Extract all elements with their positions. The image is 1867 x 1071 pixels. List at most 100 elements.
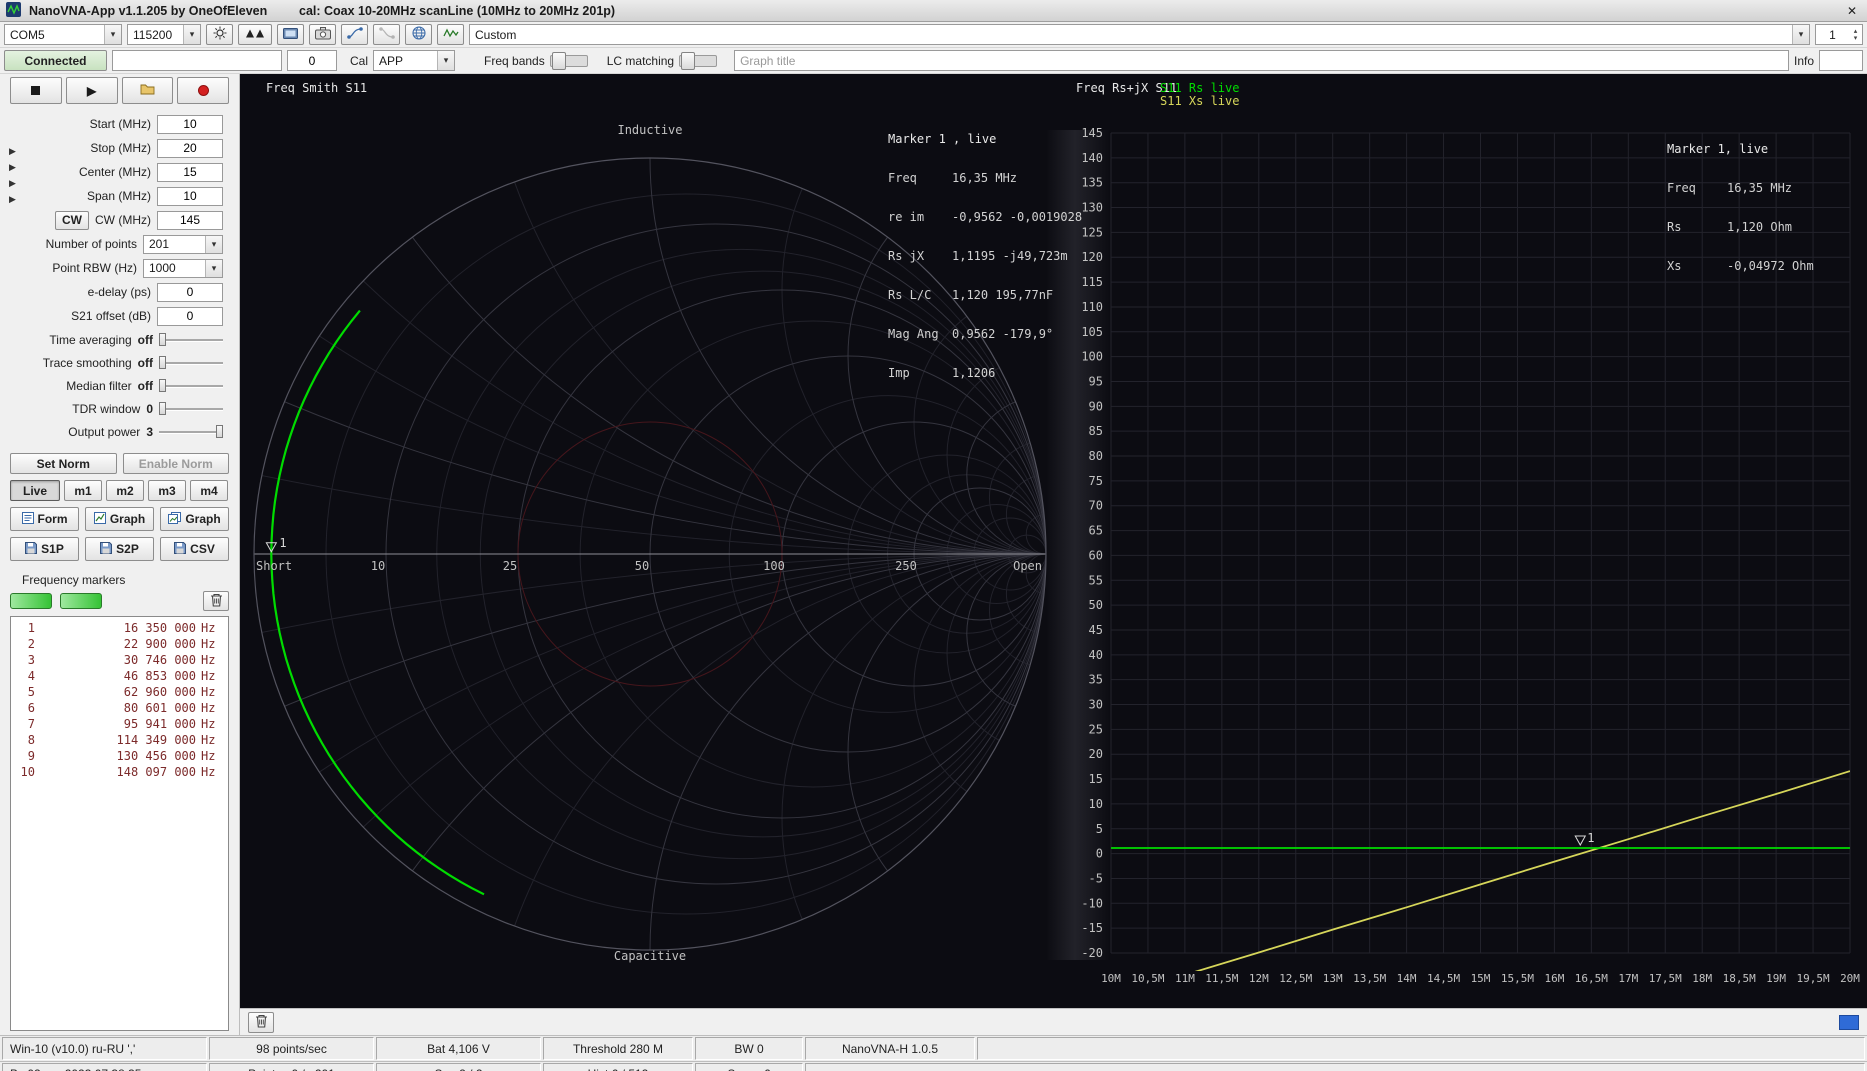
- enable-norm-button[interactable]: Enable Norm: [122, 453, 229, 474]
- s21-offset-field[interactable]: [157, 306, 223, 326]
- svg-text:105: 105: [1081, 325, 1103, 339]
- svg-text:12,5M: 12,5M: [1279, 972, 1312, 985]
- marker-color-swatch[interactable]: [10, 593, 52, 609]
- time-averaging-slider[interactable]: [159, 332, 223, 348]
- svg-text:90: 90: [1089, 399, 1103, 413]
- preset-arrow-button[interactable]: ▶: [9, 178, 16, 189]
- slider-thumb[interactable]: [159, 355, 166, 369]
- calibration-toolbar: Connected Cal APP▾ Freq bands LC matchin…: [0, 48, 1867, 74]
- form-view-button[interactable]: Form: [10, 507, 79, 531]
- graph-copy-button[interactable]: Graph: [160, 507, 229, 531]
- run-button[interactable]: ▶: [65, 77, 118, 104]
- trace-live-button[interactable]: Live: [10, 480, 60, 501]
- cal-mode-select[interactable]: APP ▾: [373, 50, 456, 71]
- svg-text:17M: 17M: [1618, 972, 1638, 985]
- output-power-slider[interactable]: [159, 424, 223, 440]
- graph-title-input[interactable]: [734, 50, 1789, 71]
- freq-marker-row[interactable]: 6 80 601 000 Hz: [13, 700, 222, 716]
- svg-text:Short: Short: [256, 559, 292, 573]
- preset-arrow-button[interactable]: ▶: [9, 194, 16, 205]
- open-file-button[interactable]: [121, 77, 174, 104]
- cw-mhz-field[interactable]: [157, 210, 223, 230]
- scale-up-button[interactable]: [238, 24, 272, 45]
- window-title: NanoVNA-App v1.1.205 by OneOfEleven: [29, 3, 268, 18]
- save-s2p-button[interactable]: S2P: [85, 537, 154, 561]
- freq-marker-row[interactable]: 10 148 097 000 Hz: [13, 764, 222, 780]
- start-mhz-field[interactable]: [157, 114, 223, 134]
- freq-marker-row[interactable]: 9 130 456 000 Hz: [13, 748, 222, 764]
- freq-marker-row[interactable]: 5 62 960 000 Hz: [13, 684, 222, 700]
- offset-field[interactable]: [287, 50, 337, 71]
- display-count-field[interactable]: 1 ▴ ▾: [1815, 24, 1863, 45]
- slider-thumb[interactable]: [159, 378, 166, 392]
- stop-mhz-field[interactable]: [157, 138, 223, 158]
- span-mhz-field[interactable]: [157, 186, 223, 206]
- freq-marker-row[interactable]: 7 95 941 000 Hz: [13, 716, 222, 732]
- cw-button[interactable]: CW: [55, 210, 90, 230]
- trace-m4-button[interactable]: m4: [190, 480, 228, 501]
- slider-thumb[interactable]: [159, 332, 166, 346]
- freq-marker-row[interactable]: 2 22 900 000 Hz: [13, 636, 222, 652]
- record-button[interactable]: [177, 77, 229, 104]
- trace-m2-button[interactable]: m2: [106, 480, 144, 501]
- status-scans: Scans 6: [695, 1063, 803, 1071]
- smith-marker-readout: Marker 1 , live Freq 16,35 MHz re im -0,95…: [888, 132, 1083, 380]
- slider-thumb[interactable]: [159, 401, 166, 415]
- trash-icon: [255, 1014, 268, 1031]
- baud-rate-select[interactable]: 115200 ▾: [127, 24, 201, 45]
- trace-m1-button[interactable]: m1: [64, 480, 102, 501]
- clear-chart-button[interactable]: [248, 1011, 274, 1033]
- chevron-down-icon: ▾: [1792, 25, 1809, 44]
- clear-markers-button[interactable]: [203, 591, 229, 611]
- display-button[interactable]: [277, 24, 304, 45]
- folder-icon: [140, 83, 155, 98]
- unlink-button[interactable]: [373, 24, 400, 45]
- waveform-button[interactable]: [437, 24, 464, 45]
- points-select[interactable]: 201 ▾: [143, 234, 223, 254]
- rbw-select[interactable]: 1000 ▾: [143, 258, 223, 278]
- freq-marker-row[interactable]: 4 46 853 000 Hz: [13, 668, 222, 684]
- web-button[interactable]: [405, 24, 432, 45]
- preset-arrow-button[interactable]: ▶: [9, 146, 16, 157]
- layout-preset-select[interactable]: Custom ▾: [469, 24, 1810, 45]
- brightness-icon: [213, 26, 227, 43]
- spinner-arrows-icon[interactable]: ▴ ▾: [1849, 28, 1862, 42]
- com-port-select[interactable]: COM5 ▾: [4, 24, 122, 45]
- serial-info-field[interactable]: [112, 50, 282, 71]
- chevron-down-icon: ▾: [205, 259, 222, 277]
- svg-text:18M: 18M: [1692, 972, 1712, 985]
- link-button[interactable]: [341, 24, 368, 45]
- svg-text:Capacitive: Capacitive: [614, 949, 686, 963]
- lc-matching-toggle[interactable]: [679, 51, 718, 70]
- median-filter-slider[interactable]: [159, 378, 223, 394]
- svg-text:-10: -10: [1081, 896, 1103, 910]
- svg-text:45: 45: [1089, 623, 1103, 637]
- status-os: Win-10 (v10.0) ru-RU ',': [2, 1037, 207, 1060]
- set-norm-button[interactable]: Set Norm: [10, 453, 117, 474]
- freq-marker-row[interactable]: 1 16 350 000 Hz: [13, 620, 222, 636]
- svg-text:-20: -20: [1081, 946, 1103, 960]
- marker-color-swatch[interactable]: [60, 593, 102, 609]
- connected-button[interactable]: Connected: [4, 50, 107, 71]
- tdr-window-slider[interactable]: [159, 401, 223, 417]
- freq-marker-row[interactable]: 8 114 349 000 Hz: [13, 732, 222, 748]
- preset-arrow-button[interactable]: ▶: [9, 162, 16, 173]
- center-mhz-field[interactable]: [157, 162, 223, 182]
- stop-icon: [31, 86, 41, 95]
- trace-m3-button[interactable]: m3: [148, 480, 186, 501]
- info-field[interactable]: [1819, 50, 1863, 71]
- freq-marker-row[interactable]: 3 30 746 000 Hz: [13, 652, 222, 668]
- slider-thumb[interactable]: [216, 424, 223, 438]
- close-button[interactable]: ✕: [1843, 4, 1861, 18]
- save-s1p-button[interactable]: S1P: [10, 537, 79, 561]
- brightness-button[interactable]: [206, 24, 233, 45]
- frequency-marker-list[interactable]: 1 16 350 000 Hz 2 22 900 000 Hz 3 30 746 000 Hz 4…: [10, 616, 229, 1031]
- edelay-field[interactable]: [157, 282, 223, 302]
- screenshot-button[interactable]: [309, 24, 336, 45]
- stop-button[interactable]: [10, 77, 62, 104]
- trace-smoothing-slider[interactable]: [159, 355, 223, 371]
- graph-view-button[interactable]: Graph: [85, 507, 154, 531]
- freq-bands-toggle[interactable]: [549, 51, 588, 70]
- svg-text:40: 40: [1089, 648, 1103, 662]
- save-csv-button[interactable]: CSV: [160, 537, 229, 561]
